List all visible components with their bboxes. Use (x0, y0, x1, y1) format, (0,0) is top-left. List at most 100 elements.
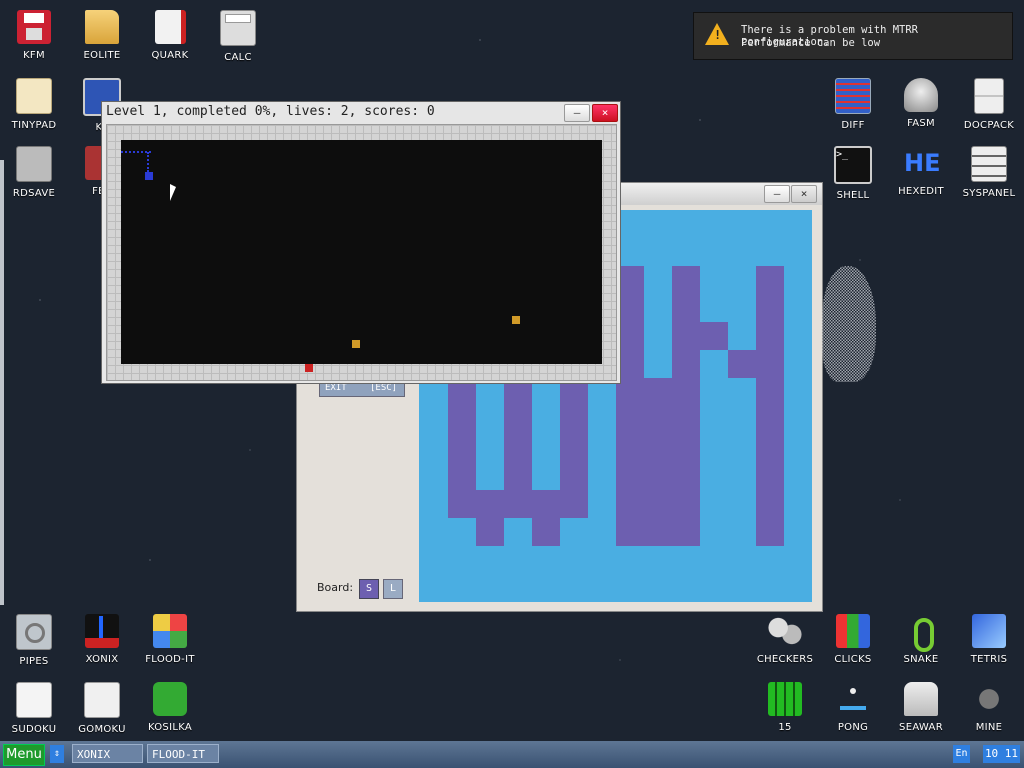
pong-icon (836, 682, 870, 716)
menu-button[interactable]: Menu (3, 744, 45, 766)
minimize-button[interactable]: – (564, 104, 590, 122)
icon-label: KOSILKA (147, 722, 193, 733)
icon-label: PIPES (19, 656, 49, 667)
flood-cell-region (504, 378, 532, 518)
minimize-button[interactable]: – (764, 185, 790, 203)
desktop-icon-flood-it[interactable]: FLOOD-IT (136, 614, 204, 665)
desktop-icon-rdsave[interactable]: RDSAVE (0, 146, 68, 199)
desktop-icon-diff[interactable]: DIFF (819, 78, 887, 131)
desktop-icon-pipes[interactable]: PIPES (0, 614, 68, 667)
board-label: Board: (317, 581, 354, 594)
flood-cell-region (532, 490, 560, 546)
desktop-icon-gomoku[interactable]: GOMOKU (68, 682, 136, 735)
xonix-icon (85, 614, 119, 648)
icon-label: FLOOD-IT (145, 654, 195, 665)
checkers-icon (768, 614, 802, 648)
icon-label: EOLITE (83, 50, 121, 61)
notification-line-2: Performance can be low (741, 37, 881, 49)
icon-label: FASM (907, 118, 935, 129)
desktop-icon-hexedit[interactable]: HE HEXEDIT (887, 146, 955, 197)
clock[interactable]: 10 11 (983, 745, 1020, 763)
icon-label: MINE (975, 722, 1003, 733)
flood-cell-region (700, 322, 728, 350)
desktop-icon-syspanel[interactable]: SYSPANEL (955, 146, 1023, 199)
sudoku-icon (16, 682, 52, 718)
icon-label: RDSAVE (12, 188, 56, 199)
window-title: Level 1, completed 0%, lives: 2, scores:… (106, 104, 435, 119)
cabinet-icon (974, 78, 1004, 114)
icon-label: SEAWAR (899, 722, 943, 733)
desktop-icon-xonix[interactable]: XONIX (68, 614, 136, 665)
desktop-icon-shell[interactable]: >_ SHELL (819, 146, 887, 201)
close-button[interactable]: × (592, 104, 618, 122)
taskbar-item-xonix[interactable]: XONIX (72, 744, 143, 763)
desktop-icon-pong[interactable]: PONG (819, 682, 887, 733)
desktop-icon-15[interactable]: 15 (751, 682, 819, 733)
border-enemy-dot (305, 364, 313, 372)
icon-label: DOCPACK (963, 120, 1015, 131)
icon-label: CALC (224, 52, 252, 63)
desktop-icon-snake[interactable]: SNAKE (887, 614, 955, 665)
player-trail (147, 152, 151, 172)
desktop-icon-kfm[interactable]: KFM (0, 10, 68, 61)
flood-cell-region (728, 350, 756, 378)
flood-cell-region (756, 266, 784, 546)
board-size-small-button[interactable]: S (359, 579, 379, 599)
seawar-icon (904, 682, 938, 716)
diff-icon (835, 78, 871, 114)
tetris-icon (972, 614, 1006, 648)
icon-label: TINYPAD (11, 120, 57, 131)
xonix-game-field[interactable] (121, 140, 602, 364)
floppy-icon (17, 10, 51, 44)
xonix-titlebar[interactable]: Level 1, completed 0%, lives: 2, scores:… (102, 102, 620, 124)
side-panel-edge (0, 160, 4, 605)
hexedit-icon: HE (904, 149, 941, 177)
icon-label: SUDOKU (11, 724, 57, 735)
flood-cell-region (476, 490, 504, 546)
desktop-icon-clicks[interactable]: CLICKS (819, 614, 887, 665)
language-indicator[interactable]: En (953, 745, 970, 763)
desktop-icon-calc[interactable]: CALC (204, 10, 272, 63)
icon-label: GOMOKU (78, 724, 126, 735)
taskbar-item-flood-it[interactable]: FLOOD-IT (147, 744, 219, 763)
desktop-icon-docpack[interactable]: DOCPACK (955, 78, 1023, 131)
icon-label: PONG (837, 722, 869, 733)
desktop-icon-quark[interactable]: QUARK (136, 10, 204, 61)
enemy-dot (512, 316, 520, 324)
desktop-icon-tinypad[interactable]: TINYPAD (0, 78, 68, 131)
taskbar: Menu ⇕ XONIX FLOOD-IT En 10 11 (0, 741, 1024, 768)
notepad-icon (16, 78, 52, 114)
flood-cell-region (560, 378, 588, 518)
clicks-icon (836, 614, 870, 648)
task-switch-icon[interactable]: ⇕ (50, 745, 64, 763)
icon-label: CHECKERS (756, 654, 814, 665)
desktop-icon-seawar[interactable]: SEAWAR (887, 682, 955, 733)
desktop-icon-tetris[interactable]: TETRIS (955, 614, 1023, 665)
fasm-icon (904, 78, 938, 112)
board-size-large-button[interactable]: L (383, 579, 403, 599)
mine-icon (972, 682, 1006, 716)
terminal-icon: >_ (834, 146, 872, 184)
pipes-icon (16, 614, 52, 650)
folder-icon (85, 10, 119, 44)
desktop-icon-mine[interactable]: MINE (955, 682, 1023, 733)
close-button[interactable]: × (791, 185, 817, 203)
player-marker (145, 172, 153, 180)
snake-icon (904, 614, 938, 652)
xonix-window[interactable]: Level 1, completed 0%, lives: 2, scores:… (101, 101, 621, 384)
icon-label: XONIX (85, 654, 119, 665)
desktop-icon-sudoku[interactable]: SUDOKU (0, 682, 68, 735)
calculator-icon (220, 10, 256, 46)
mtrr-notification[interactable]: ! There is a problem with MTRR configura… (693, 12, 1013, 60)
book-icon (154, 10, 186, 44)
desktop-icon-fasm[interactable]: FASM (887, 78, 955, 129)
icon-label: SYSPANEL (962, 188, 1016, 199)
desktop-icon-kosilka[interactable]: KOSILKA (136, 682, 204, 733)
desktop-icon-eolite[interactable]: EOLITE (68, 10, 136, 61)
icon-label: HEXEDIT (898, 186, 944, 197)
flood-cell-region (448, 378, 476, 518)
desktop-icon-checkers[interactable]: CHECKERS (751, 614, 819, 665)
lawnmower-icon (153, 682, 187, 716)
flood-cell-region (644, 378, 672, 546)
icon-label: SHELL (836, 190, 870, 201)
